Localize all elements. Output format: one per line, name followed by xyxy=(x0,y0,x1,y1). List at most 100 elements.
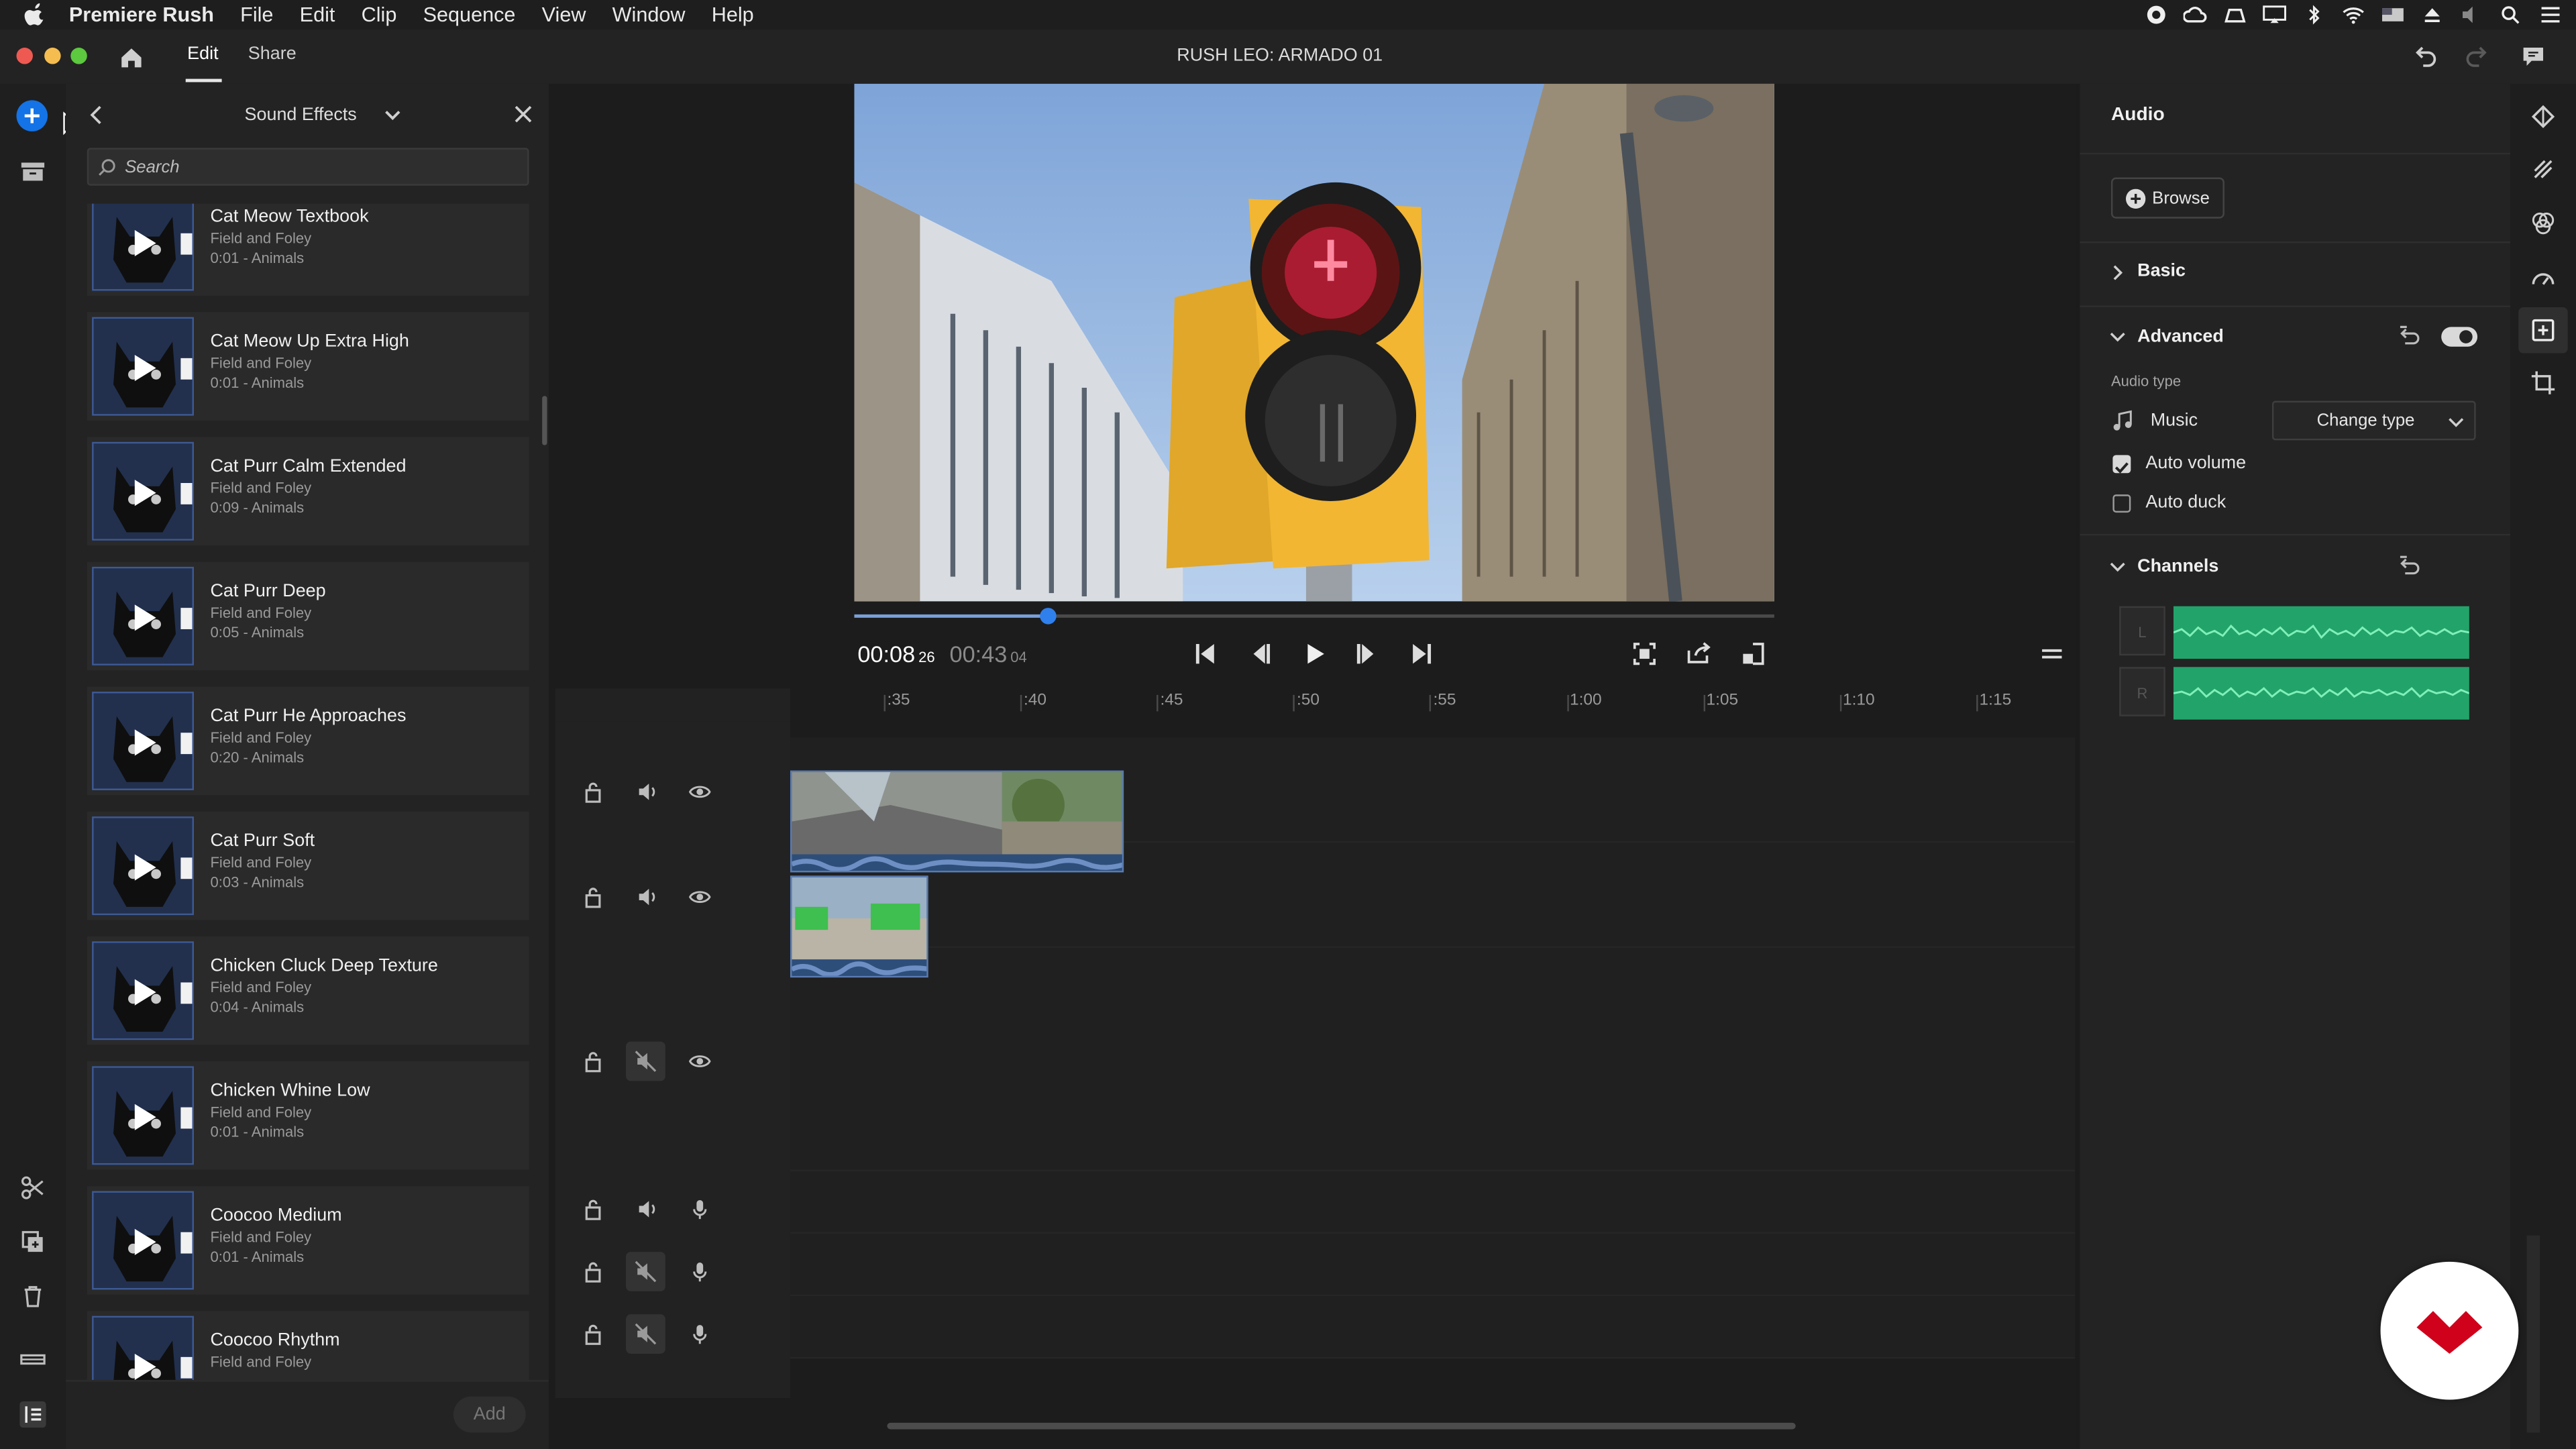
microphone-icon[interactable] xyxy=(688,1260,711,1283)
apple-icon[interactable] xyxy=(23,3,46,26)
chevron-right-icon[interactable] xyxy=(2109,264,2125,280)
audio-icon[interactable] xyxy=(2530,317,2556,343)
play-icon[interactable] xyxy=(1301,641,1328,667)
chevron-down-icon[interactable] xyxy=(2109,559,2125,575)
app-menu-premiere-rush[interactable]: Premiere Rush xyxy=(69,3,214,26)
timeline-panel-icon[interactable] xyxy=(18,1400,48,1430)
play-icon[interactable] xyxy=(131,1227,158,1256)
audio-track-1[interactable] xyxy=(790,1171,2076,1234)
menu-help[interactable]: Help xyxy=(712,3,754,26)
right-panel-scrollbar[interactable] xyxy=(2526,1235,2540,1433)
eject-icon[interactable] xyxy=(2420,5,2445,24)
volume-icon[interactable] xyxy=(2459,5,2484,24)
sound-effects-scrollbar[interactable] xyxy=(542,396,547,445)
menu-view[interactable]: View xyxy=(542,3,586,26)
muted-toggle[interactable] xyxy=(626,1041,665,1081)
eye-icon[interactable] xyxy=(688,1050,711,1073)
sound-effect-item[interactable]: Cat Purr Calm Extended Field and Foley 0:0… xyxy=(87,437,529,546)
menu-window[interactable]: Window xyxy=(612,3,686,26)
menu-file[interactable]: File xyxy=(240,3,273,26)
add-media-button[interactable] xyxy=(16,100,48,131)
auto-duck-checkbox[interactable] xyxy=(2112,494,2131,513)
feedback-icon[interactable] xyxy=(2520,43,2546,69)
play-icon[interactable] xyxy=(131,1352,158,1381)
trash-icon[interactable] xyxy=(18,1281,48,1311)
reset-icon[interactable] xyxy=(2397,325,2422,347)
sound-effect-item[interactable]: Cat Purr Soft Field and Foley 0:03 - Anima… xyxy=(87,811,529,920)
speaker-icon[interactable] xyxy=(636,1197,659,1220)
video-preview[interactable] xyxy=(854,83,1774,602)
bluetooth-icon[interactable] xyxy=(2302,5,2326,25)
menu-sequence[interactable]: Sequence xyxy=(423,3,516,26)
lock-icon[interactable] xyxy=(582,1197,604,1220)
play-icon[interactable] xyxy=(131,228,158,258)
timeline-horizontal-scrollbar[interactable] xyxy=(887,1422,1796,1430)
duplicate-icon[interactable] xyxy=(18,1227,48,1256)
export-frame-icon[interactable] xyxy=(1686,641,1712,667)
sound-effects-title[interactable]: Sound Effects xyxy=(66,105,535,125)
lock-icon[interactable] xyxy=(582,780,604,803)
wifi-icon[interactable] xyxy=(2341,5,2366,24)
lock-icon[interactable] xyxy=(582,885,604,908)
left-channel-button[interactable]: L xyxy=(2119,606,2165,656)
muted-toggle[interactable] xyxy=(626,1314,665,1354)
chevron-down-icon[interactable] xyxy=(2109,329,2125,345)
flag-icon[interactable] xyxy=(2381,5,2406,24)
playhead-knob[interactable] xyxy=(1039,608,1056,625)
microphone-icon[interactable] xyxy=(688,1197,711,1220)
split-clip-icon[interactable] xyxy=(18,1173,48,1203)
sound-effect-item[interactable]: Chicken Cluck Deep Texture Field and Fole… xyxy=(87,936,529,1045)
basic-section-header[interactable]: Basic xyxy=(2137,261,2186,280)
project-assets-icon[interactable] xyxy=(18,156,48,186)
microphone-icon[interactable] xyxy=(688,1322,711,1345)
play-icon[interactable] xyxy=(131,354,158,383)
video-clip-cdmx[interactable] xyxy=(790,875,928,978)
speaker-icon[interactable] xyxy=(636,780,659,803)
add-button[interactable]: Add xyxy=(453,1396,526,1433)
muted-toggle[interactable] xyxy=(626,1252,665,1291)
step-forward-icon[interactable] xyxy=(1354,641,1380,667)
record-icon[interactable] xyxy=(2144,5,2169,24)
sound-effect-item[interactable]: Cat Meow Up Extra High Field and Foley 0:0… xyxy=(87,312,529,421)
browse-button[interactable]: Browse xyxy=(2110,177,2224,219)
close-icon[interactable] xyxy=(513,103,534,125)
sound-effect-item[interactable]: Cat Meow Textbook Field and Foley 0:01 - A… xyxy=(87,203,529,296)
auto-volume-checkbox[interactable] xyxy=(2112,455,2131,474)
play-icon[interactable] xyxy=(131,853,158,882)
sound-effect-item[interactable]: Coocoo Medium Field and Foley 0:01 - Anima… xyxy=(87,1186,529,1295)
sound-effect-item[interactable]: Cat Purr Deep Field and Foley 0:05 - Anima… xyxy=(87,561,529,671)
skip-to-start-icon[interactable] xyxy=(1193,641,1219,667)
play-icon[interactable] xyxy=(131,1102,158,1132)
crop-icon[interactable] xyxy=(2530,370,2556,396)
search-input[interactable] xyxy=(125,154,519,181)
airplay-icon[interactable] xyxy=(2262,5,2287,24)
speaker-icon[interactable] xyxy=(636,885,659,908)
undo-icon[interactable] xyxy=(2412,43,2438,69)
change-type-dropdown[interactable]: Change type xyxy=(2271,400,2476,441)
video-clip-street[interactable] xyxy=(790,770,1124,873)
eye-icon[interactable] xyxy=(688,885,711,908)
play-icon[interactable] xyxy=(131,977,158,1007)
timeline-menu-icon[interactable] xyxy=(2039,641,2065,667)
advanced-section-header[interactable]: Advanced xyxy=(2137,327,2224,346)
channels-section-header[interactable]: Channels xyxy=(2137,557,2218,576)
play-icon[interactable] xyxy=(131,603,158,633)
skip-to-end-icon[interactable] xyxy=(1408,641,1434,667)
lock-icon[interactable] xyxy=(582,1260,604,1283)
speed-icon[interactable] xyxy=(2530,264,2556,290)
playback-progress-bar[interactable] xyxy=(854,608,1774,625)
lock-icon[interactable] xyxy=(582,1322,604,1345)
play-icon[interactable] xyxy=(131,728,158,757)
fit-frame-icon[interactable] xyxy=(1631,641,1658,667)
spotlight-search-icon[interactable] xyxy=(2499,5,2524,24)
control-center-icon[interactable] xyxy=(2538,5,2563,24)
redo-icon[interactable] xyxy=(2464,43,2490,69)
lock-icon[interactable] xyxy=(582,1050,604,1073)
color-icon[interactable] xyxy=(2530,210,2556,236)
menu-clip[interactable]: Clip xyxy=(362,3,397,26)
eye-icon[interactable] xyxy=(688,780,711,803)
advanced-toggle[interactable] xyxy=(2441,327,2478,347)
transitions-icon[interactable] xyxy=(2530,156,2556,182)
graphics-icon[interactable] xyxy=(2530,102,2556,128)
audio-track-3[interactable] xyxy=(790,1296,2076,1359)
